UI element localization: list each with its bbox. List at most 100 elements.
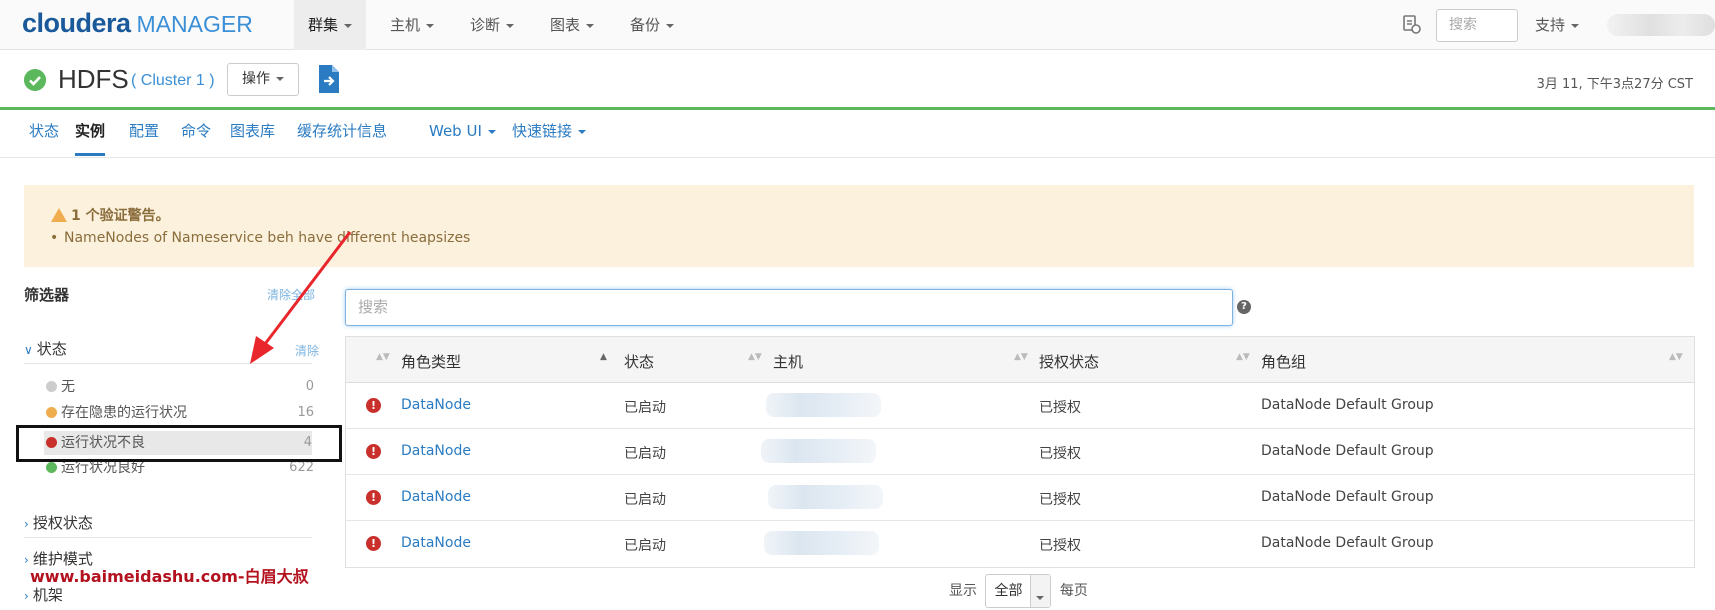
pagination: 显示 全部 每页 — [949, 574, 1088, 610]
filter-item-concerning[interactable]: 存在隐患的运行状况 16 — [46, 401, 314, 425]
nav-charts[interactable]: 图表 — [536, 0, 608, 50]
chevron-down-icon — [666, 23, 675, 28]
tab-configuration[interactable]: 配置 — [129, 120, 159, 156]
table-row: ! DataNode 已启动 已授权 DataNode Default Grou… — [346, 429, 1694, 475]
caret-icon — [1036, 596, 1045, 600]
nav-charts-label: 图表 — [550, 16, 581, 34]
instances-table: ▲▼ 角色类型 ▲ 状态 ▲▼ 主机 ▲▼ 授权状态 ▲▼ 角色组 ▲▼ ! D… — [345, 336, 1695, 568]
chevron-right-icon: › — [24, 589, 29, 603]
column-role-type[interactable]: 角色类型 — [401, 351, 461, 372]
role-link[interactable]: DataNode — [401, 397, 471, 413]
annotation-arrow-icon — [250, 231, 352, 364]
user-menu[interactable] — [1607, 14, 1715, 36]
table-row: ! DataNode 已启动 已授权 DataNode Default Grou… — [346, 383, 1694, 429]
sort-icon[interactable]: ▲▼ — [1236, 352, 1250, 362]
warning-title-text: 1 个验证警告。 — [71, 208, 170, 224]
actions-button[interactable]: 操作 — [227, 63, 299, 96]
status-section-label: 状态 — [36, 340, 67, 358]
commission-state: 已授权 — [1039, 400, 1081, 416]
cluster-link[interactable]: ( Cluster 1 ) — [131, 72, 215, 90]
chevron-right-icon: › — [24, 553, 29, 567]
sort-icon[interactable]: ▲▼ — [748, 352, 762, 362]
nav-backup[interactable]: 备份 — [616, 0, 688, 50]
filter-label: 存在隐患的运行状况 — [61, 405, 187, 421]
chevron-down-icon — [487, 129, 496, 134]
bad-health-icon: ! — [366, 490, 381, 505]
bad-health-icon: ! — [366, 536, 381, 551]
warning-icon — [51, 208, 67, 222]
host-link[interactable] — [768, 485, 883, 509]
tab-status[interactable]: 状态 — [29, 120, 59, 156]
check-circle-icon — [24, 69, 46, 91]
support-menu[interactable]: 支持 — [1535, 0, 1580, 50]
column-commission-state[interactable]: 授权状态 — [1039, 351, 1099, 372]
status-filter-section[interactable]: ∨ 状态 — [24, 338, 67, 359]
chevron-down-icon — [426, 23, 435, 28]
document-export-icon[interactable] — [316, 64, 342, 94]
rack-filter-section[interactable]: › 机架 — [24, 584, 63, 605]
status-dot-icon — [46, 462, 57, 473]
alerts-icon[interactable] — [1400, 13, 1422, 35]
role-link[interactable]: DataNode — [401, 489, 471, 505]
chevron-down-icon — [1571, 23, 1580, 28]
show-label: 显示 — [949, 583, 977, 599]
chevron-down-icon — [578, 129, 587, 134]
global-search-input[interactable]: 搜索 — [1436, 9, 1518, 42]
support-label: 支持 — [1535, 16, 1566, 34]
host-link[interactable] — [761, 439, 876, 463]
commission-state: 已授权 — [1039, 446, 1081, 462]
role-link[interactable]: DataNode — [401, 535, 471, 551]
role-link[interactable]: DataNode — [401, 443, 471, 459]
role-state: 已启动 — [624, 538, 666, 554]
logo-sub-text: MANAGER — [136, 11, 253, 37]
tab-commands[interactable]: 命令 — [181, 120, 211, 156]
filter-item-none[interactable]: 无0 — [46, 375, 314, 399]
sort-icon[interactable]: ▲▼ — [1669, 352, 1683, 362]
column-role-group[interactable]: 角色组 — [1261, 351, 1306, 372]
tab-web-ui[interactable]: Web UI — [429, 120, 496, 156]
nav-hosts-label: 主机 — [390, 16, 421, 34]
nav-backup-label: 备份 — [630, 16, 661, 34]
sort-asc-icon[interactable]: ▲ — [600, 352, 607, 362]
column-host[interactable]: 主机 — [773, 351, 803, 372]
divider — [24, 537, 312, 538]
role-group: DataNode Default Group — [1261, 535, 1434, 551]
nav-clusters-label: 群集 — [308, 16, 339, 34]
tab-cache-stats[interactable]: 缓存统计信息 — [297, 120, 387, 156]
table-header: ▲▼ 角色类型 ▲ 状态 ▲▼ 主机 ▲▼ 授权状态 ▲▼ 角色组 ▲▼ — [346, 337, 1694, 383]
filters-title: 筛选器 — [24, 286, 70, 304]
tab-instances[interactable]: 实例 — [75, 120, 106, 156]
chevron-down-icon — [506, 23, 515, 28]
chevron-down-icon — [344, 23, 353, 28]
chevron-down-icon: ∨ — [24, 343, 33, 357]
chevron-right-icon: › — [24, 517, 29, 531]
status-dot-icon — [46, 381, 57, 392]
host-link[interactable] — [766, 393, 881, 417]
commission-state: 已授权 — [1039, 538, 1081, 554]
nav-hosts[interactable]: 主机 — [376, 0, 448, 50]
role-state: 已启动 — [624, 492, 666, 508]
filter-label: 无 — [61, 379, 75, 395]
page-size-select[interactable]: 全部 — [985, 574, 1052, 608]
role-group: DataNode Default Group — [1261, 397, 1434, 413]
tab-quick-links-label: 快速链接 — [512, 122, 573, 140]
chevron-down-icon — [1030, 575, 1051, 607]
sort-icon[interactable]: ▲▼ — [376, 352, 390, 362]
service-name: HDFS — [58, 64, 129, 94]
help-icon[interactable]: ? — [1237, 300, 1251, 314]
nav-diagnostics[interactable]: 诊断 — [456, 0, 528, 50]
sort-icon[interactable]: ▲▼ — [1014, 352, 1028, 362]
rack-section-label: 机架 — [32, 586, 63, 604]
tab-chart-library[interactable]: 图表库 — [230, 120, 275, 156]
bad-health-icon: ! — [366, 444, 381, 459]
auth-filter-section[interactable]: › 授权状态 — [24, 512, 93, 533]
role-group: DataNode Default Group — [1261, 489, 1434, 505]
host-link[interactable] — [764, 531, 879, 555]
tab-quick-links[interactable]: 快速链接 — [512, 120, 587, 156]
chevron-down-icon — [586, 23, 595, 28]
nav-diagnostics-label: 诊断 — [470, 16, 501, 34]
column-state[interactable]: 状态 — [624, 351, 654, 372]
cloudera-logo[interactable]: cloudera MANAGER — [22, 8, 253, 42]
nav-clusters[interactable]: 群集 — [294, 0, 367, 50]
instances-search-input[interactable]: 搜索 — [345, 289, 1233, 326]
